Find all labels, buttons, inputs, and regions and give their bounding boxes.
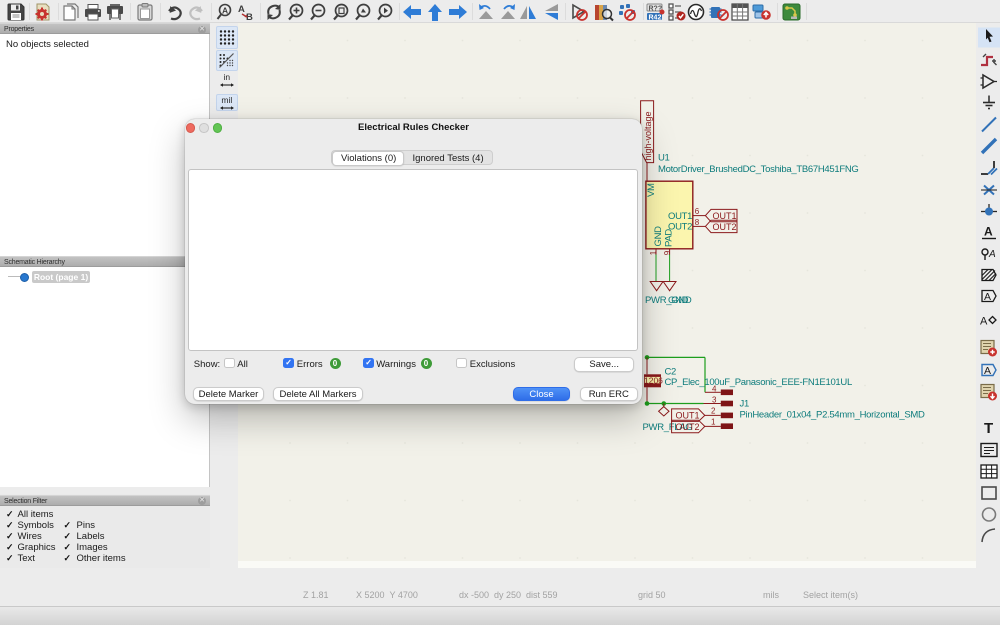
svg-text:A: A — [984, 225, 993, 239]
svg-text:A: A — [238, 4, 245, 15]
svg-text:9: 9 — [663, 250, 672, 255]
svg-text:J1: J1 — [740, 399, 749, 410]
svg-text:PinHeader_01x04_P2.54mm_Horizo: PinHeader_01x04_P2.54mm_Horizontal_SMD — [740, 410, 925, 421]
svg-text:R42: R42 — [649, 15, 662, 22]
svg-text:B: B — [246, 12, 253, 23]
svg-text:U1: U1 — [658, 153, 670, 164]
svg-text:1: 1 — [649, 250, 658, 255]
svg-text:OUT1: OUT1 — [668, 211, 692, 222]
svg-text:OUT2: OUT2 — [713, 222, 737, 232]
svg-text:A: A — [222, 6, 228, 16]
svg-text:A: A — [988, 249, 996, 260]
svg-text:1: 1 — [711, 417, 716, 426]
svg-text:PAD: PAD — [664, 229, 675, 247]
svg-text:CP_Elec_100uF_Panasonic_EEE-FN: CP_Elec_100uF_Panasonic_EEE-FN1E101UL — [665, 377, 852, 388]
svg-text:A: A — [984, 291, 991, 303]
svg-text:OUT2: OUT2 — [676, 422, 700, 432]
svg-text:8: 8 — [695, 218, 700, 227]
svg-text:2: 2 — [711, 406, 716, 415]
svg-text:3: 3 — [712, 396, 717, 405]
svg-text:VM: VM — [646, 183, 657, 197]
svg-text:A: A — [984, 365, 991, 377]
svg-text:6: 6 — [695, 207, 700, 216]
svg-text:1206: 1206 — [644, 375, 663, 385]
svg-text:A: A — [980, 316, 988, 328]
svg-text:high-voltage: high-voltage — [643, 111, 653, 160]
svg-text:GND: GND — [653, 226, 664, 247]
svg-text:MotorDriver_BrushedDC_Toshiba_: MotorDriver_BrushedDC_Toshiba_TB67H451FN… — [658, 164, 859, 175]
svg-text:GND: GND — [668, 295, 689, 306]
svg-text:4: 4 — [712, 384, 717, 393]
svg-text:OUT1: OUT1 — [676, 411, 700, 421]
svg-text:T: T — [984, 420, 993, 437]
